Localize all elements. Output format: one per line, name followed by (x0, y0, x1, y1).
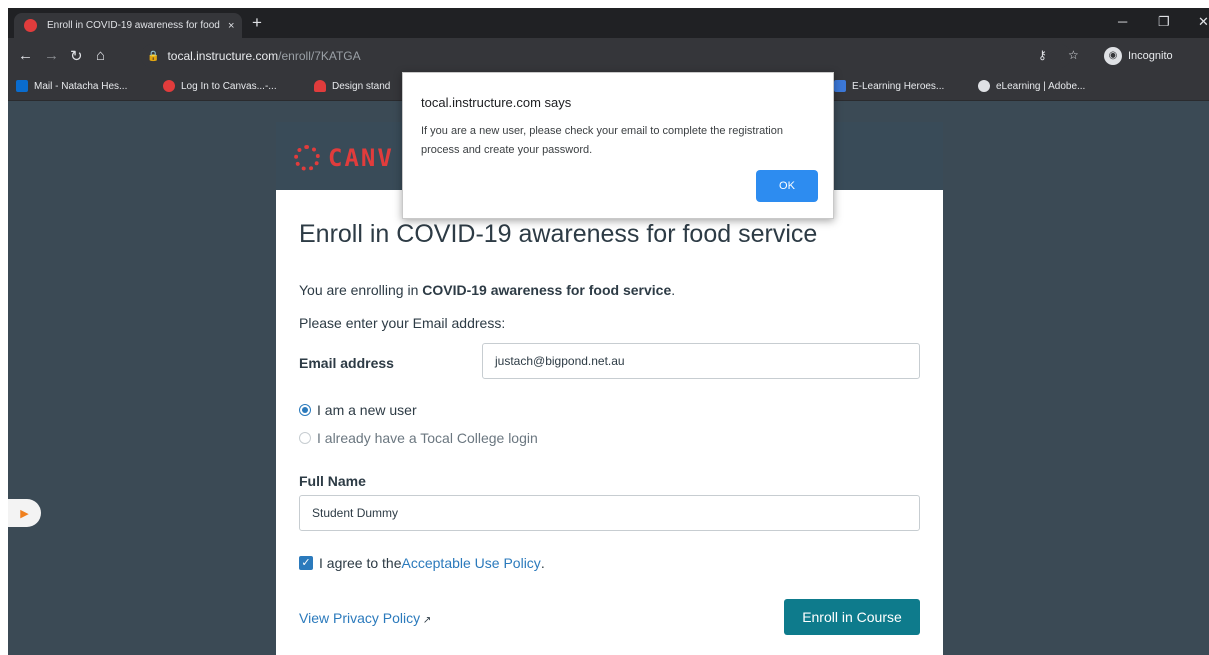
acceptable-use-link[interactable]: Acceptable Use Policy (402, 555, 541, 571)
email-label: Email address (299, 355, 394, 371)
new-tab-button[interactable]: + (252, 13, 262, 33)
page-title: Enroll in COVID-19 awareness for food se… (299, 220, 818, 248)
bookmark-item[interactable]: eLearning | Adobe... (978, 80, 1085, 92)
enroll-card: Enroll in COVID-19 awareness for food se… (276, 190, 943, 655)
radio-selected-icon (299, 404, 311, 416)
incognito-icon: ◉ (1104, 47, 1122, 65)
fullname-field[interactable]: Student Dummy (299, 495, 920, 531)
email-prompt: Please enter your Email address: (299, 315, 506, 331)
dialog-message: If you are a new user, please check your… (421, 125, 783, 156)
ok-button[interactable]: OK (756, 170, 818, 202)
canvas-icon (163, 80, 175, 92)
bookmark-item[interactable]: Log In to Canvas...-... (163, 80, 277, 92)
canvas-logo-icon (294, 145, 320, 171)
radio-unselected-icon (299, 432, 311, 444)
address-bar[interactable]: 🔒 tocal.instructure.com/enroll/7KATGA (141, 44, 1071, 68)
canvas-wordmark: CANV (328, 144, 394, 172)
design-icon (314, 80, 326, 92)
bookmark-item[interactable]: Mail - Natacha Hes... (16, 80, 127, 92)
checkmark-icon: ✓ (299, 556, 313, 570)
canvas-logo: CANV (294, 144, 394, 172)
bookmark-item[interactable]: E-Learning Heroes... (834, 80, 944, 92)
play-icon: ▶ (20, 507, 29, 520)
key-icon[interactable]: ⚷ (1038, 48, 1047, 62)
profile-label: Incognito (1128, 50, 1173, 62)
tab-title: Enroll in COVID-19 awareness for food se… (47, 20, 222, 31)
privacy-policy-link[interactable]: View Privacy Policy ↗ (299, 610, 431, 626)
home-icon[interactable]: ⌂ (96, 47, 105, 64)
enroll-button[interactable]: Enroll in Course (784, 599, 920, 635)
globe-icon (978, 80, 990, 92)
radio-new-user[interactable]: I am a new user (299, 402, 417, 418)
bookmark-star-icon[interactable]: ☆ (1068, 48, 1079, 62)
restore-icon[interactable]: ❐ (1158, 14, 1170, 30)
fullname-label: Full Name (299, 473, 366, 489)
back-icon[interactable]: ← (18, 47, 33, 64)
email-field[interactable]: justach@bigpond.net.au (482, 343, 920, 379)
browser-toolbar: ← → ↻ ⌂ 🔒 tocal.instructure.com/enroll/7… (8, 38, 1209, 74)
url-text: tocal.instructure.com/enroll/7KATGA (167, 49, 361, 63)
dialog-title: tocal.instructure.com says (421, 95, 572, 110)
agree-checkbox[interactable]: ✓ I agree to the Acceptable Use Policy . (299, 555, 545, 571)
outlook-icon (16, 80, 28, 92)
tab-strip: Enroll in COVID-19 awareness for food se… (8, 8, 1209, 38)
reload-icon[interactable]: ↻ (70, 47, 83, 65)
close-window-icon[interactable]: ✕ (1198, 14, 1209, 30)
canvas-favicon-icon (24, 19, 37, 32)
close-tab-icon[interactable]: × (228, 20, 234, 32)
forward-icon[interactable]: → (44, 47, 59, 64)
lock-icon: 🔒 (147, 50, 160, 62)
alert-dialog: tocal.instructure.com says If you are a … (402, 72, 834, 219)
shield-icon (834, 80, 846, 92)
external-link-icon: ↗ (420, 615, 432, 626)
minimize-icon[interactable]: ─ (1118, 14, 1127, 29)
radio-existing-user[interactable]: I already have a Tocal College login (299, 430, 538, 446)
bookmark-item[interactable]: Design stand (314, 80, 390, 92)
browser-tab[interactable]: Enroll in COVID-19 awareness for food se… (14, 13, 242, 38)
side-panel-toggle[interactable]: ▶ (8, 499, 41, 527)
incognito-profile[interactable]: ◉ Incognito (1104, 44, 1173, 68)
browser-window: Enroll in COVID-19 awareness for food se… (8, 8, 1209, 655)
enrolling-text: You are enrolling in COVID-19 awareness … (299, 282, 676, 298)
